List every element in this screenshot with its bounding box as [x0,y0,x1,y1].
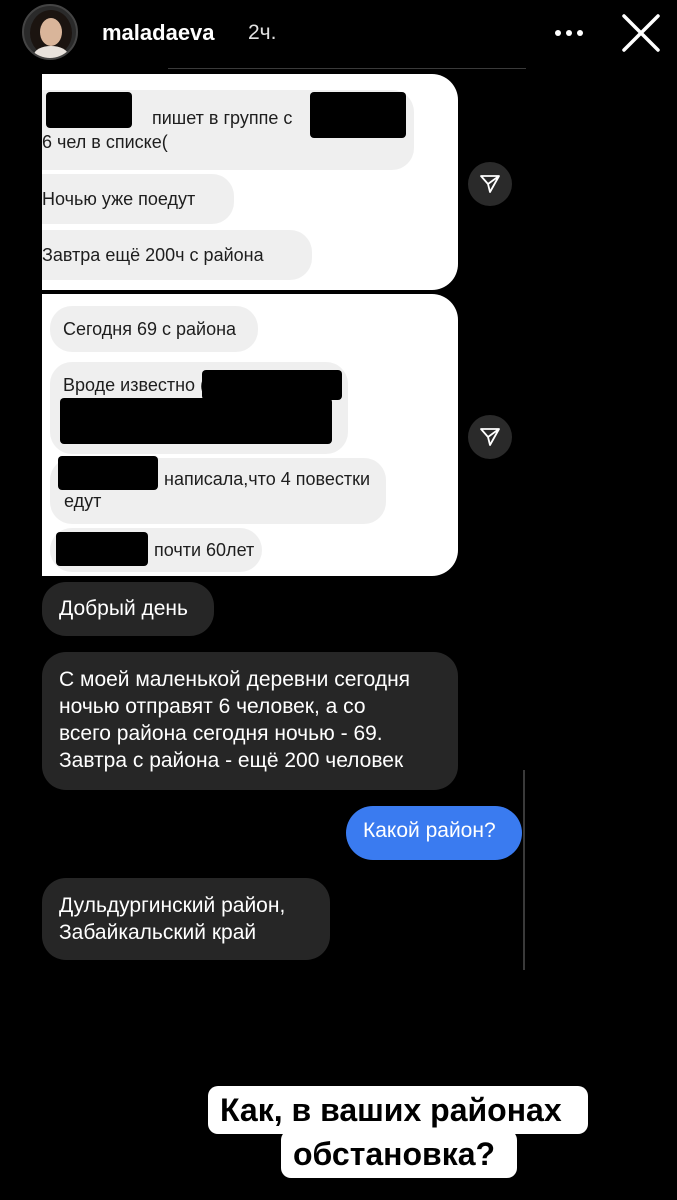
avatar-shirt [34,46,68,58]
close-icon[interactable] [620,12,662,54]
avatar-face [40,18,62,46]
screenshot-message-line: Сегодня 69 с района [63,319,237,339]
redaction-box [310,92,406,138]
message-text: Какой район? [363,819,496,842]
screenshot-message-line: Ночью уже поедут [42,189,196,209]
paper-plane-icon [480,175,500,193]
username[interactable]: maladaeva [102,20,215,46]
message-text: Добрый день [59,597,188,620]
paper-plane-icon [480,428,500,446]
screenshot-message-line: Вроде известно ( [63,375,207,395]
screenshot-message: Завтра ещё 200ч с района [42,230,312,280]
screenshot-message-line: почти 60лет [154,540,255,560]
screenshot-message: Сегодня 69 с района [50,306,258,352]
share-button[interactable] [468,162,512,206]
ellipsis-icon[interactable] [552,22,586,44]
screenshot-message: Ночью уже поедут [42,174,234,224]
screenshot-card-2: Сегодня 69 с района Вроде известно ( нап… [42,294,458,576]
message-line: Забайкальский край [59,921,257,944]
redaction-box [60,398,332,444]
story-caption-line: Как, в ваших районах [208,1086,588,1134]
scrollbar [523,770,525,970]
sent-message: Какой район? [346,806,522,860]
message-line: ночью отправят 6 человек, а со [59,695,366,718]
screenshot-message-line: едут [64,491,102,511]
share-button[interactable] [468,415,512,459]
redaction-box [46,92,132,128]
avatar[interactable] [22,4,78,60]
message-line: всего района сегодня ночью - 69. [59,722,383,745]
received-message: Добрый день [42,582,214,636]
message-line: Завтра с района - ещё 200 человек [59,749,404,772]
timestamp: 2ч. [248,21,277,44]
caption-text: обстановка? [293,1136,496,1172]
message-line: Дульдургинский район, [59,894,286,917]
caption-text: Как, в ваших районах [220,1092,562,1128]
redaction-box [56,532,148,566]
story-progress-bar [168,68,526,69]
redaction-box [58,456,158,490]
redaction-box [202,370,342,400]
screenshot-message-line: Завтра ещё 200ч с района [42,245,264,265]
message-line: С моей маленькой деревни сегодня [59,668,411,691]
received-message: С моей маленькой деревни сегодня ночью о… [42,652,458,790]
screenshot-card-1: пишет в группе с 6 чел в списке( Ночью у… [42,74,458,290]
story-caption-line: обстановка? [281,1130,517,1178]
received-message: Дульдургинский район, Забайкальский край [42,878,330,960]
